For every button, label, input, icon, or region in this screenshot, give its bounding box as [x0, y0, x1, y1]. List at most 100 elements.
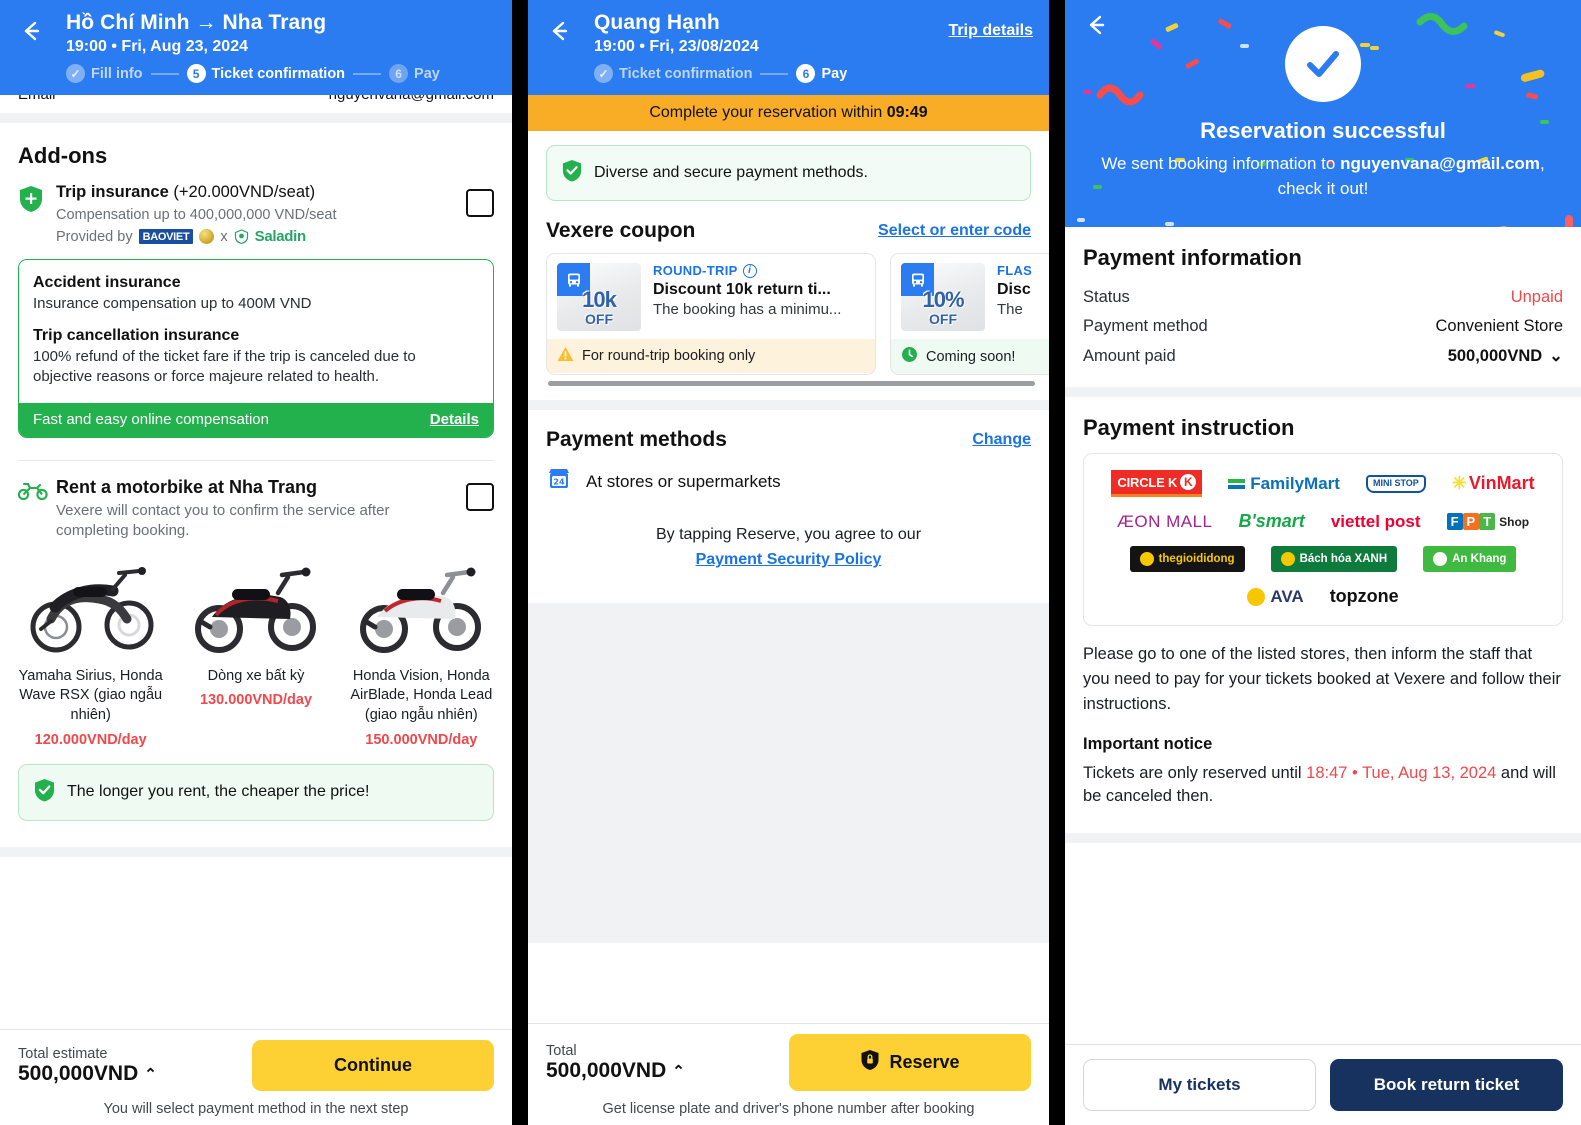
- insurance-card-footer: Fast and easy online compensation Detail…: [19, 403, 493, 437]
- accident-insurance-title: Accident insurance: [33, 274, 181, 292]
- status-badge: Unpaid: [1510, 288, 1563, 307]
- amount-paid-value[interactable]: 500,000VND ⌄: [1448, 346, 1563, 366]
- book-return-ticket-button[interactable]: Book return ticket: [1330, 1059, 1563, 1111]
- step-pay[interactable]: 6 Pay: [389, 64, 440, 84]
- step-bubble: 6: [796, 64, 816, 84]
- motorbike-option[interactable]: Yamaha Sirius, Honda Wave RSX (giao ngẫu…: [8, 555, 173, 748]
- payment-security-policy-link[interactable]: Payment Security Policy: [528, 548, 1049, 573]
- coupon-tag-text: FLAS: [997, 263, 1033, 279]
- store-logo-row: CIRCLE KK FamilyMart MINI STOP ✳ VinMart: [1094, 470, 1552, 498]
- step-ticket-confirmation[interactable]: 5 Ticket confirmation: [186, 64, 345, 84]
- back-arrow-icon[interactable]: [1081, 10, 1111, 40]
- continue-button[interactable]: Continue: [252, 1040, 494, 1091]
- panel2-scroll-area[interactable]: Diverse and secure payment methods. Vexe…: [528, 131, 1049, 1023]
- motorbike-option-price: 120.000VND/day: [34, 731, 147, 748]
- insurance-details-link[interactable]: Details: [430, 411, 479, 428]
- motorbike-option-price: 130.000VND/day: [199, 692, 313, 709]
- motorbike-option[interactable]: Dòng xe bất kỳ 130.000VND/day: [173, 555, 338, 748]
- baoviet-mark-icon: [199, 229, 215, 245]
- topzone-logo: topzone: [1329, 586, 1399, 607]
- coupon-card[interactable]: 10% OFF FLAS Disc The Coming soon!: [890, 253, 1049, 376]
- total-estimate-block[interactable]: Total estimate 500,000VND ⌃: [18, 1046, 157, 1086]
- success-subtitle: We sent booking information to nguyenvan…: [1065, 152, 1581, 201]
- aeonmall-logo: ÆON MALL: [1116, 511, 1213, 531]
- motorbike-desc: Vexere will contact you to confirm the s…: [56, 502, 390, 539]
- chevron-up-icon[interactable]: ⌃: [672, 1062, 685, 1080]
- bsmart-logo: B'smart: [1238, 511, 1305, 532]
- step-label: Fill info: [91, 65, 143, 82]
- my-tickets-button[interactable]: My tickets: [1083, 1059, 1317, 1111]
- motorbike-option[interactable]: Honda Vision, Honda AirBlade, Honda Lead…: [339, 555, 504, 748]
- viettelpost-logo: viettel post: [1331, 512, 1421, 532]
- reservation-timer-bar: Complete your reservation within 09:49: [528, 95, 1049, 132]
- coupon-card[interactable]: 10k OFF ROUND-TRIP i Discount 10k return…: [546, 253, 876, 376]
- ministop-text: MINI STOP: [1372, 478, 1419, 489]
- chevron-down-icon[interactable]: ⌄: [1549, 346, 1563, 366]
- step-pay[interactable]: 6 Pay: [796, 64, 847, 84]
- row-label: Payment method: [1083, 317, 1208, 336]
- thegioididong-text: thegioididong: [1158, 553, 1235, 566]
- panel1-footer-note: You will select payment method in the ne…: [103, 1101, 409, 1117]
- payment-methods-title: Payment methods: [546, 428, 727, 452]
- reserve-button[interactable]: Reserve: [789, 1034, 1031, 1091]
- total-block[interactable]: Total 500,000VND ⌃: [546, 1043, 685, 1083]
- notice-prefix: Tickets are only reserved until: [1083, 763, 1307, 782]
- change-payment-method-link[interactable]: Change: [972, 431, 1031, 449]
- info-icon[interactable]: i: [742, 263, 757, 278]
- svg-text:24: 24: [553, 478, 565, 487]
- coupon-off-label: OFF: [929, 311, 957, 328]
- step-bubble: ✓: [594, 64, 613, 84]
- coupon-condition: The booking has a minimu...: [653, 301, 842, 319]
- coupon-title: Vexere coupon: [546, 219, 696, 243]
- payment-instruction-title: Payment instruction: [1083, 415, 1295, 441]
- panel-reservation-success: Reservation successful We sent booking i…: [1065, 0, 1581, 1125]
- bachhoaxanh-text: Bách hóa XANH: [1299, 553, 1388, 566]
- step-ticket-confirmation[interactable]: ✓ Ticket confirmation: [594, 64, 753, 84]
- total-value[interactable]: 500,000VND ⌃: [546, 1059, 685, 1083]
- step-divider: [760, 72, 789, 75]
- step-divider: [353, 72, 382, 75]
- back-arrow-icon[interactable]: [544, 16, 574, 46]
- step-label: Pay: [414, 65, 440, 82]
- coupon-carousel[interactable]: 10k OFF ROUND-TRIP i Discount 10k return…: [528, 253, 1049, 376]
- success-title: Reservation successful: [1200, 118, 1446, 143]
- shield-icon: [18, 183, 52, 218]
- step-divider: [150, 72, 179, 75]
- agreement-prefix: By tapping Reserve, you agree to our: [655, 526, 922, 544]
- provided-by-label: Provided by: [56, 228, 133, 245]
- accident-insurance-desc: Insurance compensation up to 400M VND: [33, 295, 312, 313]
- motorbike-checkbox[interactable]: [466, 483, 494, 511]
- ankhang-logo: An Khang: [1423, 546, 1517, 573]
- ministop-logo: MINI STOP: [1365, 475, 1426, 493]
- step-fill-info[interactable]: ✓ Fill info: [66, 64, 143, 84]
- motorbike-photo-1: [14, 555, 167, 663]
- panel-ticket-confirmation: Hồ Chí Minh → Nha Trang 19:00 • Fri, Aug…: [0, 0, 512, 1125]
- payment-agreement: By tapping Reserve, you agree to our Pay…: [528, 523, 1049, 573]
- back-arrow-icon[interactable]: [16, 16, 46, 46]
- trip-details-link[interactable]: Trip details: [949, 22, 1033, 40]
- motorbike-icon: [17, 477, 52, 506]
- payment-methods-header: Payment methods Change: [528, 410, 1049, 462]
- payment-info-row-status: Status Unpaid: [1065, 283, 1581, 312]
- section-divider: [1065, 833, 1581, 844]
- chevron-up-icon[interactable]: ⌃: [144, 1065, 157, 1083]
- motorbike-tip-banner: The longer you rent, the cheaper the pri…: [18, 763, 494, 821]
- selected-payment-method[interactable]: 24 At stores or supermarkets: [528, 462, 1049, 497]
- panel1-scroll-area[interactable]: Email nguyenvana@gmail.com Add-ons Trip …: [0, 95, 512, 1029]
- success-email: nguyenvana@gmail.com: [1340, 154, 1540, 173]
- section-divider: [1065, 387, 1581, 398]
- select-or-enter-code-link[interactable]: Select or enter code: [878, 222, 1031, 240]
- trip-insurance-checkbox[interactable]: [466, 189, 494, 218]
- panel3-scroll-area[interactable]: Payment information Status Unpaid Paymen…: [1065, 227, 1581, 1044]
- provider-separator: x: [220, 228, 228, 245]
- three-panel-screenshot: Hồ Chí Minh → Nha Trang 19:00 • Fri, Aug…: [0, 0, 1581, 1125]
- step-label: Ticket confirmation: [619, 65, 753, 82]
- important-notice-text: Tickets are only reserved until 18:47 • …: [1065, 754, 1581, 810]
- panel3-footer: My tickets Book return ticket: [1065, 1044, 1581, 1125]
- total-estimate-value[interactable]: 500,000VND ⌃: [18, 1062, 157, 1086]
- circlek-text: CIRCLE K: [1117, 474, 1178, 490]
- panel2-footer: Total 500,000VND ⌃ Reserve Get license p…: [528, 1023, 1049, 1125]
- timer-text: Complete your reservation within: [649, 104, 887, 122]
- vinmart-logo: ✳ VinMart: [1452, 473, 1535, 494]
- step-bubble: ✓: [66, 64, 85, 84]
